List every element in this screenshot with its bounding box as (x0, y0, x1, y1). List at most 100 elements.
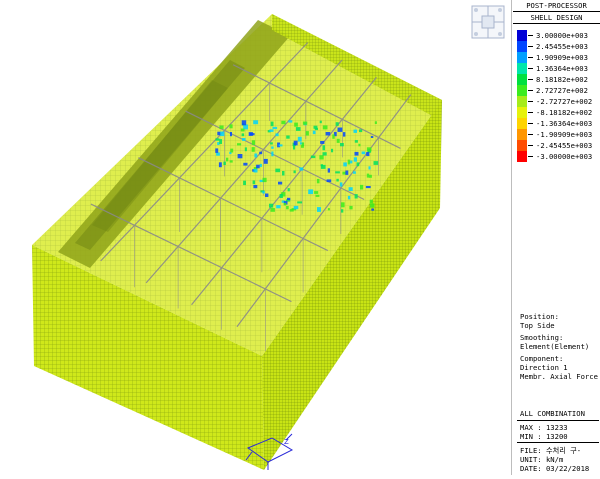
stress-cell (317, 207, 321, 212)
stress-cell (286, 206, 289, 210)
legend-tick (528, 156, 533, 157)
stress-cell (288, 120, 293, 123)
stress-cell (270, 121, 274, 127)
position-value: Top Side (520, 321, 555, 330)
stress-cell (327, 208, 330, 211)
legend-value: 3.00000e+003 (536, 31, 588, 40)
legend-value: -3.00000e+003 (536, 152, 593, 161)
stress-cell (251, 147, 255, 152)
legend-swatch (517, 140, 527, 151)
stress-cell (278, 181, 283, 185)
stress-cell (343, 162, 347, 167)
stress-cell (368, 174, 372, 178)
legend-swatch (517, 129, 527, 140)
stress-cell (229, 124, 233, 129)
panel-separator (511, 0, 512, 475)
stress-cell (272, 126, 278, 130)
stress-cell (356, 162, 360, 167)
stress-cell (269, 203, 274, 208)
stress-cell (299, 167, 304, 171)
legend-value: -8.18182e+002 (536, 108, 593, 117)
stress-cell (230, 148, 234, 153)
stress-cell (254, 153, 258, 158)
stress-cell (374, 121, 377, 124)
stress-cell (293, 205, 299, 210)
stress-cell (279, 194, 283, 198)
legend-panel: POST-PROCESSOR SHELL DESIGN 3.00000e+003… (513, 0, 600, 475)
component-value-2: Membr. Axial Force (520, 372, 598, 381)
legend-swatch (517, 107, 527, 118)
stress-cell (312, 130, 316, 135)
stress-cell (218, 162, 222, 168)
stress-cell (373, 161, 379, 165)
stress-cell (369, 199, 373, 204)
stress-cell (241, 133, 245, 137)
legend-value: -2.72727e+002 (536, 97, 593, 106)
legend-tick (528, 35, 533, 36)
stress-cell (278, 144, 283, 147)
stress-cell (354, 140, 358, 143)
stress-cell (226, 157, 229, 162)
stress-cell (269, 129, 274, 132)
legend-tick (528, 134, 533, 135)
legend-tick (528, 112, 533, 113)
stress-cell (319, 155, 324, 160)
stress-cell (366, 152, 370, 157)
legend-swatch (517, 63, 527, 74)
stress-cell (229, 160, 233, 163)
stress-cell (276, 205, 281, 209)
stress-cell (240, 128, 245, 132)
stress-cell (345, 170, 349, 175)
shell-model-view[interactable]: Z (0, 0, 510, 475)
panel-title: POST-PROCESSOR (513, 0, 600, 12)
stress-cell (339, 182, 343, 187)
stress-cell (253, 120, 259, 125)
stress-cell (335, 122, 339, 126)
component-value-1: Direction 1 (520, 363, 568, 372)
stress-cell (265, 193, 269, 197)
stress-cell (259, 151, 263, 155)
legend-swatch (517, 30, 527, 41)
stress-cell (319, 120, 322, 124)
model-viewport[interactable]: Z (0, 0, 510, 475)
stress-cell (263, 158, 268, 164)
stress-cell (316, 178, 320, 184)
stress-cell (336, 178, 339, 182)
stress-cell (259, 163, 262, 167)
stress-cell (243, 180, 246, 186)
stress-cell (326, 179, 332, 183)
stress-cell (302, 121, 308, 125)
stress-cell (220, 131, 225, 137)
min-value: MIN : 13200 (520, 432, 568, 441)
stress-cell (354, 194, 358, 199)
legend-swatch (517, 96, 527, 107)
stress-cell (256, 164, 260, 169)
stress-cell (253, 185, 258, 189)
stress-cell (370, 136, 374, 138)
stress-cell (297, 136, 302, 142)
legend-value: 1.90909e+003 (536, 53, 588, 62)
stress-cell (361, 151, 366, 155)
stress-cell (249, 133, 255, 136)
stress-cell (297, 201, 303, 204)
stress-cell (275, 168, 281, 173)
stress-cell (301, 142, 305, 146)
stress-cell (353, 129, 357, 133)
stress-cell (281, 120, 286, 125)
legend-swatch (517, 41, 527, 52)
stress-cell (271, 146, 274, 149)
stress-cell (322, 145, 325, 151)
smoothing-label: Smoothing: (520, 333, 564, 342)
stress-cell (371, 208, 375, 211)
view-cube-icon[interactable] (468, 2, 508, 42)
file-name: FILE: 수처리 구- (520, 446, 582, 455)
stress-cell (325, 132, 331, 136)
legend-value: -1.36364e+003 (536, 119, 593, 128)
stress-cell (337, 127, 343, 132)
stress-cell (320, 141, 325, 144)
stress-cell (217, 131, 221, 136)
stress-cell (354, 151, 359, 156)
stress-cell (305, 131, 309, 136)
stress-cell (322, 152, 327, 156)
component-label: Component: (520, 354, 564, 363)
